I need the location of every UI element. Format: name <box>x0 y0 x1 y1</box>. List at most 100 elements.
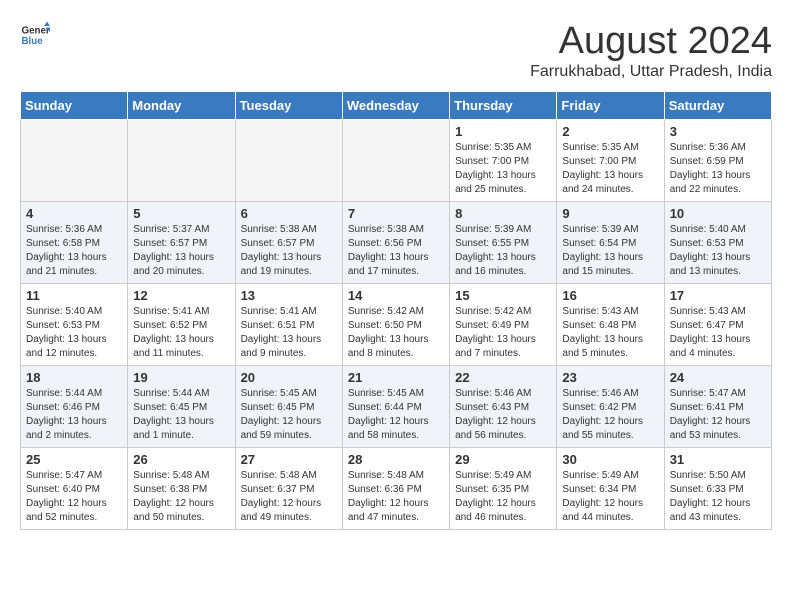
day-number: 28 <box>348 452 444 467</box>
table-row: 23 Sunrise: 5:46 AM Sunset: 6:42 PM Dayli… <box>557 366 664 448</box>
day-info: Sunrise: 5:41 AM Sunset: 6:52 PM Dayligh… <box>133 305 229 361</box>
day-info: Sunrise: 5:36 AM Sunset: 6:59 PM Dayligh… <box>670 141 766 197</box>
day-number: 1 <box>455 124 551 139</box>
day-info: Sunrise: 5:38 AM Sunset: 6:56 PM Dayligh… <box>348 223 444 279</box>
table-row: 13Sunrise: 5:41 AM Sunset: 6:51 PM Dayli… <box>235 284 342 366</box>
day-number: 14 <box>348 288 444 303</box>
weekday-header-row: SundayMondayTuesdayWednesdayThursdayFrid… <box>21 92 772 120</box>
table-row: 22 Sunrise: 5:46 AM Sunset: 6:43 PM Dayli… <box>450 366 557 448</box>
table-row: 26Sunrise: 5:48 AM Sunset: 6:38 PM Dayli… <box>128 448 235 530</box>
day-number: 25 <box>26 452 122 467</box>
location-subtitle: Farrukhabad, Uttar Pradesh, India <box>530 63 772 81</box>
day-number: 26 <box>133 452 229 467</box>
table-row: 6Sunrise: 5:38 AM Sunset: 6:57 PM Daylig… <box>235 202 342 284</box>
header-monday: Monday <box>128 92 235 120</box>
day-info: Sunrise: 5:49 AM Sunset: 6:35 PM Dayligh… <box>455 469 551 525</box>
table-row <box>21 120 128 202</box>
day-info: Sunrise: 5:41 AM Sunset: 6:51 PM Dayligh… <box>241 305 337 361</box>
day-number: 5 <box>133 206 229 221</box>
table-row: 11Sunrise: 5:40 AM Sunset: 6:53 PM Dayli… <box>21 284 128 366</box>
day-number: 27 <box>241 452 337 467</box>
day-info: Sunrise: 5:40 AM Sunset: 6:53 PM Dayligh… <box>670 223 766 279</box>
day-info: Sunrise: 5:47 AM Sunset: 6:41 PM Dayligh… <box>670 387 766 443</box>
table-row: 8 Sunrise: 5:39 AM Sunset: 6:55 PM Daylig… <box>450 202 557 284</box>
table-row: 31 Sunrise: 5:50 AM Sunset: 6:33 PM Dayli… <box>664 448 771 530</box>
day-number: 8 <box>455 206 551 221</box>
table-row: 28 Sunrise: 5:48 AM Sunset: 6:36 PM Dayli… <box>342 448 449 530</box>
day-number: 9 <box>562 206 658 221</box>
day-number: 23 <box>562 370 658 385</box>
day-info: Sunrise: 5:50 AM Sunset: 6:33 PM Dayligh… <box>670 469 766 525</box>
table-row: 12 Sunrise: 5:41 AM Sunset: 6:52 PM Dayli… <box>128 284 235 366</box>
table-row <box>342 120 449 202</box>
month-year-title: August 2024 <box>530 20 772 63</box>
table-row: 3Sunrise: 5:36 AM Sunset: 6:59 PM Daylig… <box>664 120 771 202</box>
day-info: Sunrise: 5:37 AM Sunset: 6:57 PM Dayligh… <box>133 223 229 279</box>
day-info: Sunrise: 5:44 AM Sunset: 6:45 PM Dayligh… <box>133 387 229 443</box>
day-info: Sunrise: 5:48 AM Sunset: 6:36 PM Dayligh… <box>348 469 444 525</box>
table-row: 24 Sunrise: 5:47 AM Sunset: 6:41 PM Dayli… <box>664 366 771 448</box>
header-sunday: Sunday <box>21 92 128 120</box>
table-row: 29 Sunrise: 5:49 AM Sunset: 6:35 PM Dayli… <box>450 448 557 530</box>
day-number: 10 <box>670 206 766 221</box>
day-number: 12 <box>133 288 229 303</box>
logo: General Blue <box>20 20 50 50</box>
table-row: 14 Sunrise: 5:42 AM Sunset: 6:50 PM Dayli… <box>342 284 449 366</box>
day-info: Sunrise: 5:39 AM Sunset: 6:54 PM Dayligh… <box>562 223 658 279</box>
day-info: Sunrise: 5:49 AM Sunset: 6:34 PM Dayligh… <box>562 469 658 525</box>
day-number: 21 <box>348 370 444 385</box>
day-info: Sunrise: 5:39 AM Sunset: 6:55 PM Dayligh… <box>455 223 551 279</box>
day-number: 15 <box>455 288 551 303</box>
table-row: 25 Sunrise: 5:47 AM Sunset: 6:40 PM Dayli… <box>21 448 128 530</box>
header: General Blue August 2024 Farrukhabad, Ut… <box>20 20 772 81</box>
week-row-1: 1 Sunrise: 5:35 AM Sunset: 7:00 PM Daylig… <box>21 120 772 202</box>
table-row: 19 Sunrise: 5:44 AM Sunset: 6:45 PM Dayli… <box>128 366 235 448</box>
day-info: Sunrise: 5:35 AM Sunset: 7:00 PM Dayligh… <box>455 141 551 197</box>
day-info: Sunrise: 5:46 AM Sunset: 6:42 PM Dayligh… <box>562 387 658 443</box>
table-row: 10 Sunrise: 5:40 AM Sunset: 6:53 PM Dayli… <box>664 202 771 284</box>
day-number: 2 <box>562 124 658 139</box>
day-number: 29 <box>455 452 551 467</box>
day-number: 17 <box>670 288 766 303</box>
week-row-5: 25 Sunrise: 5:47 AM Sunset: 6:40 PM Dayli… <box>21 448 772 530</box>
table-row: 20 Sunrise: 5:45 AM Sunset: 6:45 PM Dayli… <box>235 366 342 448</box>
day-info: Sunrise: 5:45 AM Sunset: 6:45 PM Dayligh… <box>241 387 337 443</box>
day-info: Sunrise: 5:47 AM Sunset: 6:40 PM Dayligh… <box>26 469 122 525</box>
day-info: Sunrise: 5:43 AM Sunset: 6:47 PM Dayligh… <box>670 305 766 361</box>
table-row: 2 Sunrise: 5:35 AM Sunset: 7:00 PM Daylig… <box>557 120 664 202</box>
table-row: 15 Sunrise: 5:42 AM Sunset: 6:49 PM Dayli… <box>450 284 557 366</box>
week-row-4: 18Sunrise: 5:44 AM Sunset: 6:46 PM Dayli… <box>21 366 772 448</box>
day-number: 4 <box>26 206 122 221</box>
logo-icon: General Blue <box>20 20 50 50</box>
day-info: Sunrise: 5:35 AM Sunset: 7:00 PM Dayligh… <box>562 141 658 197</box>
day-number: 16 <box>562 288 658 303</box>
table-row: 5 Sunrise: 5:37 AM Sunset: 6:57 PM Daylig… <box>128 202 235 284</box>
table-row: 7Sunrise: 5:38 AM Sunset: 6:56 PM Daylig… <box>342 202 449 284</box>
week-row-3: 11Sunrise: 5:40 AM Sunset: 6:53 PM Dayli… <box>21 284 772 366</box>
header-thursday: Thursday <box>450 92 557 120</box>
header-friday: Friday <box>557 92 664 120</box>
day-number: 11 <box>26 288 122 303</box>
table-row <box>128 120 235 202</box>
day-info: Sunrise: 5:46 AM Sunset: 6:43 PM Dayligh… <box>455 387 551 443</box>
table-row <box>235 120 342 202</box>
table-row: 30Sunrise: 5:49 AM Sunset: 6:34 PM Dayli… <box>557 448 664 530</box>
week-row-2: 4Sunrise: 5:36 AM Sunset: 6:58 PM Daylig… <box>21 202 772 284</box>
svg-text:Blue: Blue <box>22 36 44 47</box>
day-info: Sunrise: 5:42 AM Sunset: 6:50 PM Dayligh… <box>348 305 444 361</box>
table-row: 16 Sunrise: 5:43 AM Sunset: 6:48 PM Dayli… <box>557 284 664 366</box>
day-number: 24 <box>670 370 766 385</box>
day-info: Sunrise: 5:43 AM Sunset: 6:48 PM Dayligh… <box>562 305 658 361</box>
table-row: 4Sunrise: 5:36 AM Sunset: 6:58 PM Daylig… <box>21 202 128 284</box>
day-number: 22 <box>455 370 551 385</box>
table-row: 21Sunrise: 5:45 AM Sunset: 6:44 PM Dayli… <box>342 366 449 448</box>
day-number: 20 <box>241 370 337 385</box>
svg-text:General: General <box>22 26 51 37</box>
day-number: 31 <box>670 452 766 467</box>
table-row: 1 Sunrise: 5:35 AM Sunset: 7:00 PM Daylig… <box>450 120 557 202</box>
table-row: 9 Sunrise: 5:39 AM Sunset: 6:54 PM Daylig… <box>557 202 664 284</box>
title-area: August 2024 Farrukhabad, Uttar Pradesh, … <box>530 20 772 81</box>
day-info: Sunrise: 5:42 AM Sunset: 6:49 PM Dayligh… <box>455 305 551 361</box>
day-number: 19 <box>133 370 229 385</box>
day-info: Sunrise: 5:38 AM Sunset: 6:57 PM Dayligh… <box>241 223 337 279</box>
